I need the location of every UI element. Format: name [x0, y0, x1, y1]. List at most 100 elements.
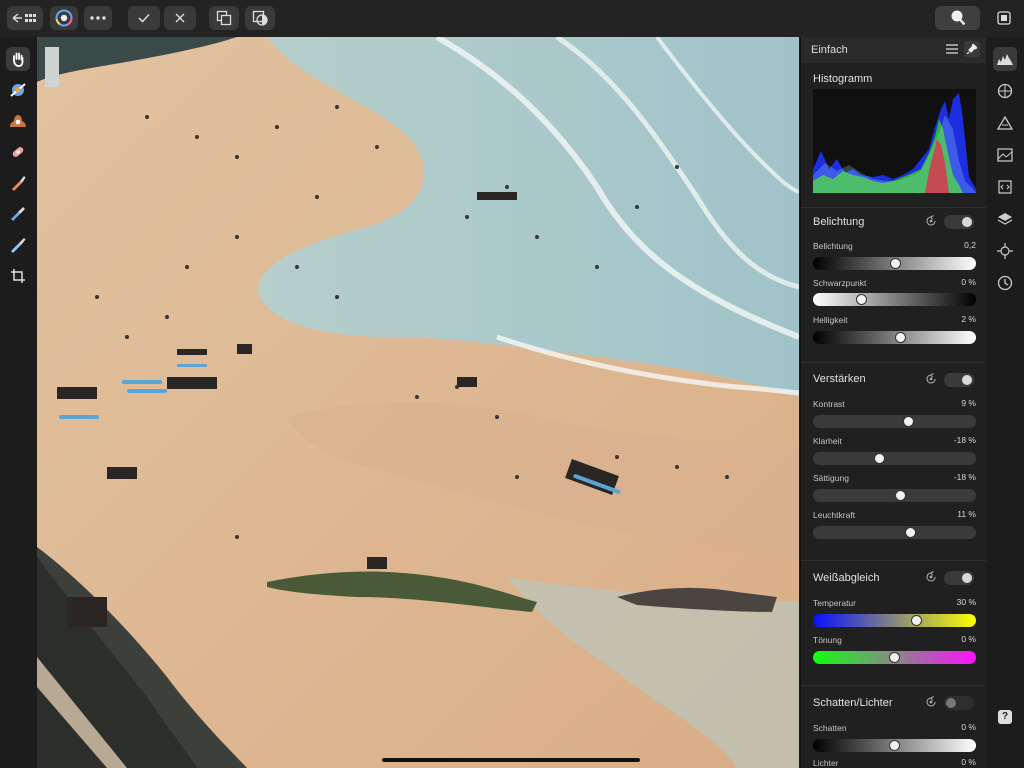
slider-value[interactable]: -18 % [954, 472, 976, 482]
help-icon: ? [998, 710, 1012, 724]
reset-icon[interactable] [925, 373, 937, 385]
slider-value[interactable]: 0 % [961, 757, 976, 767]
red-eye-tool[interactable] [6, 109, 30, 133]
histogram-studio-button[interactable] [993, 47, 1017, 71]
transform-icon [997, 243, 1013, 259]
slider-value[interactable]: -18 % [954, 435, 976, 445]
slider-saettigung[interactable] [813, 489, 976, 502]
menu-icon[interactable] [946, 44, 958, 54]
gradient-studio-button[interactable] [993, 143, 1017, 167]
slider-label: Schwarzpunkt [813, 278, 867, 288]
slider-label: Klarheit [813, 436, 842, 446]
top-toolbar [0, 0, 1024, 38]
section-title-weissabgleich: Weißabgleich [813, 572, 880, 584]
slider-label: Leuchtkraft [813, 510, 856, 520]
more-icon [90, 16, 106, 20]
slider-label: Helligkeit [813, 315, 848, 325]
slider-toenung[interactable] [813, 651, 976, 664]
slider-temperatur[interactable] [813, 614, 976, 627]
transform-studio-button[interactable] [993, 239, 1017, 263]
photo-canvas[interactable] [37, 37, 799, 768]
slider-thumb[interactable] [888, 740, 900, 751]
slider-klarheit[interactable] [813, 452, 976, 465]
slider-thumb[interactable] [855, 294, 867, 305]
white-balance-tool[interactable] [6, 78, 30, 102]
persona-button[interactable] [50, 6, 78, 30]
navigator-zoom-icon [951, 10, 965, 26]
slider-thumb[interactable] [890, 258, 902, 269]
slider-leuchtkraft[interactable] [813, 526, 976, 539]
panel-header: Einfach [801, 37, 986, 63]
slider-value[interactable]: 30 % [957, 597, 976, 607]
slider-thumb[interactable] [904, 527, 916, 538]
slider-helligkeit[interactable] [813, 331, 976, 344]
blemish-tool[interactable] [6, 140, 30, 164]
cancel-button[interactable] [164, 6, 196, 30]
before-after-button[interactable] [209, 6, 239, 30]
develop-persona-icon [55, 9, 73, 27]
slider-value[interactable]: 0 % [961, 634, 976, 644]
toggle-belichtung[interactable] [944, 215, 974, 229]
slider-thumb[interactable] [911, 615, 923, 626]
tone-curve-icon [997, 116, 1013, 130]
slider-label: Belichtung [813, 241, 853, 251]
reset-icon[interactable] [925, 571, 937, 583]
tools-panel [0, 37, 37, 768]
slider-schatten[interactable] [813, 739, 976, 752]
section-title-belichtung: Belichtung [813, 216, 865, 228]
slider-belichtung[interactable] [813, 257, 976, 270]
back-button[interactable] [7, 6, 43, 30]
history-studio-button[interactable] [993, 271, 1017, 295]
clone-icon [11, 207, 25, 221]
brush-tool[interactable] [6, 171, 30, 195]
slider-value[interactable]: 9 % [961, 398, 976, 408]
layers-studio-button[interactable] [993, 207, 1017, 231]
slider-value[interactable]: 11 % [957, 509, 976, 519]
overlay-brush-tool[interactable] [6, 233, 30, 257]
apply-button[interactable] [128, 6, 160, 30]
lut-studio-button[interactable] [993, 175, 1017, 199]
home-indicator[interactable] [382, 758, 640, 762]
tone-curve-studio-button[interactable] [993, 111, 1017, 135]
slider-thumb[interactable] [888, 652, 900, 663]
toggle-verstaerken[interactable] [944, 373, 974, 387]
slider-label: Schatten [813, 723, 847, 733]
navigator-button[interactable] [935, 6, 980, 30]
slider-thumb[interactable] [895, 490, 907, 501]
toggle-weissabgleich[interactable] [944, 571, 974, 585]
toggle-schatten-lichter[interactable] [944, 696, 974, 710]
overlay-icon [997, 11, 1011, 25]
brush-icon [12, 176, 26, 191]
overlay-brush-icon [11, 238, 26, 253]
split-view-button[interactable] [245, 6, 275, 30]
lens-studio-button[interactable] [993, 79, 1017, 103]
reset-icon[interactable] [925, 215, 937, 227]
overlay-button[interactable] [992, 6, 1016, 30]
crop-icon [11, 269, 25, 283]
clone-tool[interactable] [6, 202, 30, 226]
slider-schwarzpunkt[interactable] [813, 293, 976, 306]
before-after-icon [216, 10, 232, 26]
beach-photo [37, 37, 799, 768]
slider-value[interactable]: 0 % [961, 722, 976, 732]
slider-thumb[interactable] [903, 416, 915, 427]
hand-tool[interactable] [6, 47, 30, 71]
slider-thumb[interactable] [873, 453, 885, 464]
panel-title[interactable]: Einfach [811, 44, 848, 56]
crop-tool[interactable] [6, 264, 30, 288]
lens-icon [997, 83, 1013, 99]
checkmark-icon [138, 13, 150, 23]
slider-thumb[interactable] [895, 332, 907, 343]
gradient-icon [997, 148, 1013, 162]
slider-value[interactable]: 2 % [961, 314, 976, 324]
slider-label: Kontrast [813, 399, 845, 409]
separator [801, 207, 986, 208]
reset-icon[interactable] [925, 696, 937, 708]
slider-kontrast[interactable] [813, 415, 976, 428]
slider-value[interactable]: 0 % [961, 277, 976, 287]
help-button[interactable]: ? [993, 705, 1017, 729]
more-button[interactable] [84, 6, 112, 30]
slider-value[interactable]: 0,2 [964, 240, 976, 250]
pin-button[interactable] [964, 41, 980, 57]
layers-icon [997, 213, 1013, 225]
